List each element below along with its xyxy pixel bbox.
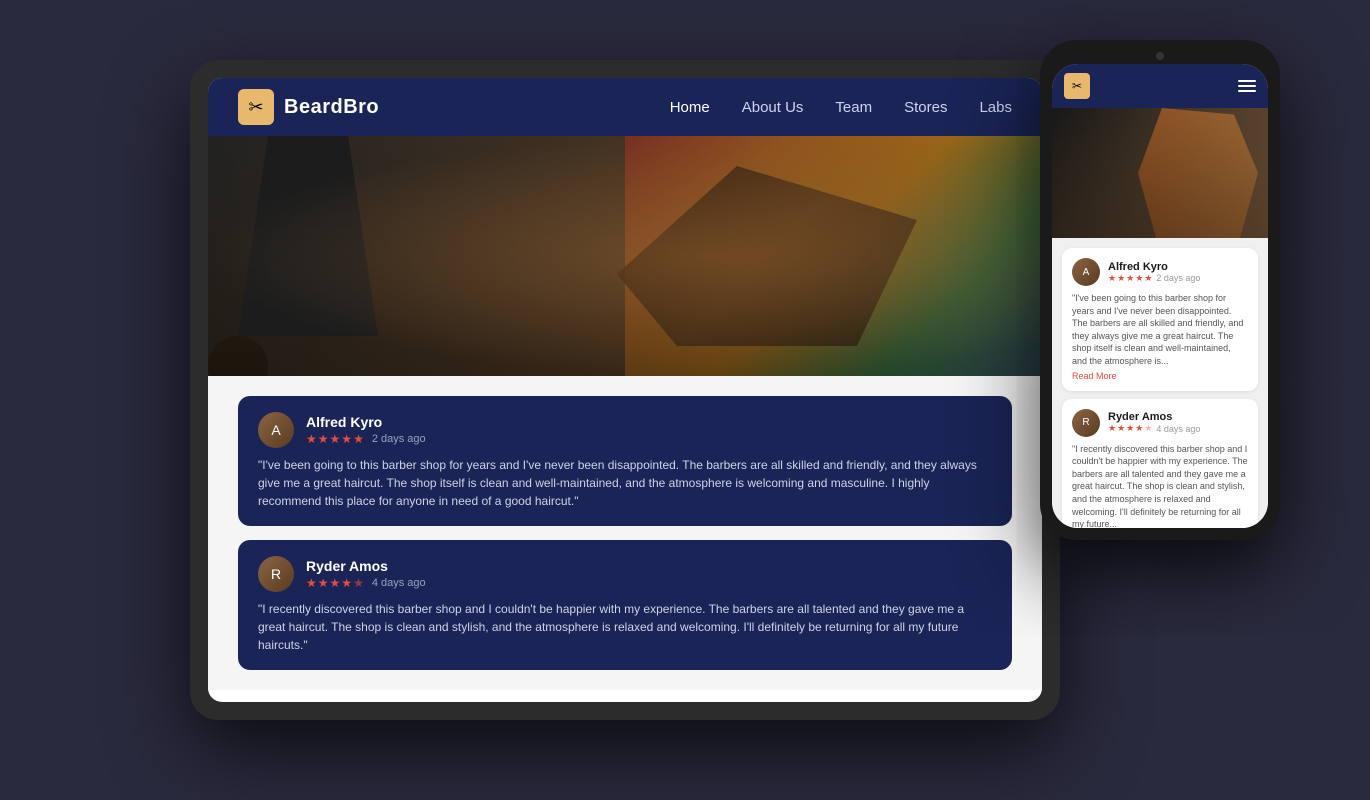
phone-stars-2: ★ ★ ★ ★ ★ [1108,423,1152,434]
phone-reviewer-meta-2: ★ ★ ★ ★ ★ 4 days ago [1108,423,1200,434]
p-star-r4: ★ [1135,423,1143,434]
p-star-3: ★ [1126,273,1134,284]
star-r5: ★ [353,576,364,590]
star-4: ★ [341,432,352,446]
tablet-navbar: ✂ BeardBro Home About Us Team Stores Lab… [208,78,1042,136]
reviewer-info-1: Alfred Kyro ★ ★ ★ ★ ★ 2 days ago [306,414,992,446]
phone-review-header-2: R Ryder Amos ★ ★ ★ ★ ★ [1072,409,1248,437]
phone-reviewer-info-1: Alfred Kyro ★ ★ ★ ★ ★ 2 days ago [1108,261,1200,284]
nav-link-home[interactable]: Home [670,99,710,116]
phone-screen: ✂ A Alfre [1052,64,1268,528]
tablet-screen: ✂ BeardBro Home About Us Team Stores Lab… [208,78,1042,702]
scene: ✂ BeardBro Home About Us Team Stores Lab… [0,0,1370,800]
star-r1: ★ [306,576,317,590]
hero-overlay [208,136,1042,376]
tablet-hero-image [208,136,1042,376]
phone-review-card-1: A Alfred Kyro ★ ★ ★ ★ ★ [1062,248,1258,391]
phone-date-2: 4 days ago [1156,424,1200,434]
tablet-reviews-section: A Alfred Kyro ★ ★ ★ ★ ★ [208,376,1042,690]
phone-avatar-ryder: R [1072,409,1100,437]
p-star-2: ★ [1117,273,1125,284]
tablet-nav-links: Home About Us Team Stores Labs [670,99,1012,116]
avatar-ryder: R [258,556,294,592]
reviewer-meta-1: ★ ★ ★ ★ ★ 2 days ago [306,432,992,446]
tablet-brand: ✂ BeardBro [238,89,379,125]
stars-1: ★ ★ ★ ★ ★ [306,432,364,446]
phone-review-text-2: "I recently discovered this barber shop … [1072,443,1248,528]
review-header-1: A Alfred Kyro ★ ★ ★ ★ ★ [258,412,992,448]
star-5: ★ [353,432,364,446]
brand-name: BeardBro [284,96,379,119]
p-star-5: ★ [1144,273,1152,284]
star-3: ★ [330,432,341,446]
star-r3: ★ [330,576,341,590]
phone-review-text-1: "I've been going to this barber shop for… [1072,292,1248,368]
scissors-icon: ✂ [248,97,263,118]
phone-avatar-alfred: A [1072,258,1100,286]
phone-date-1: 2 days ago [1156,273,1200,283]
p-star-r5: ★ [1144,423,1152,434]
p-star-r2: ★ [1117,423,1125,434]
nav-link-labs[interactable]: Labs [979,99,1012,116]
review-date-2: 4 days ago [372,577,426,589]
reviewer-meta-2: ★ ★ ★ ★ ★ 4 days ago [306,576,992,590]
p-star-1: ★ [1108,273,1116,284]
phone-scissors-icon: ✂ [1072,79,1082,93]
phone-reviewer-name-1: Alfred Kyro [1108,261,1200,273]
phone-stars-1: ★ ★ ★ ★ ★ [1108,273,1152,284]
phone-review-header-1: A Alfred Kyro ★ ★ ★ ★ ★ [1072,258,1248,286]
phone-reviews-section: A Alfred Kyro ★ ★ ★ ★ ★ [1052,238,1268,528]
phone-reviewer-info-2: Ryder Amos ★ ★ ★ ★ ★ 4 days ago [1108,411,1200,434]
read-more-link-1[interactable]: Read More [1072,371,1248,381]
phone-reviewer-name-2: Ryder Amos [1108,411,1200,423]
tablet-device: ✂ BeardBro Home About Us Team Stores Lab… [190,60,1060,720]
star-r2: ★ [318,576,329,590]
nav-link-about[interactable]: About Us [742,99,804,116]
review-text-2: "I recently discovered this barber shop … [258,600,992,654]
nav-link-stores[interactable]: Stores [904,99,947,116]
reviewer-info-2: Ryder Amos ★ ★ ★ ★ ★ 4 days ago [306,558,992,590]
star-r4: ★ [341,576,352,590]
star-1: ★ [306,432,317,446]
hamburger-menu[interactable] [1238,80,1256,92]
p-star-r1: ★ [1108,423,1116,434]
hamburger-line-1 [1238,80,1256,82]
phone-reviewer-meta-1: ★ ★ ★ ★ ★ 2 days ago [1108,273,1200,284]
tablet-review-card-1: A Alfred Kyro ★ ★ ★ ★ ★ [238,396,1012,526]
hamburger-line-3 [1238,90,1256,92]
review-header-2: R Ryder Amos ★ ★ ★ ★ ★ [258,556,992,592]
phone-navbar: ✂ [1052,64,1268,108]
phone-device: ✂ A Alfre [1040,40,1280,540]
reviewer-name-2: Ryder Amos [306,558,992,574]
brand-icon: ✂ [238,89,274,125]
tablet-review-card-2: R Ryder Amos ★ ★ ★ ★ ★ [238,540,1012,670]
phone-hero-overlay [1052,108,1268,238]
phone-review-card-2: R Ryder Amos ★ ★ ★ ★ ★ [1062,399,1258,528]
hamburger-line-2 [1238,85,1256,87]
avatar-alfred: A [258,412,294,448]
stars-2: ★ ★ ★ ★ ★ [306,576,364,590]
phone-camera [1156,52,1164,60]
p-star-r3: ★ [1126,423,1134,434]
star-2: ★ [318,432,329,446]
nav-link-team[interactable]: Team [835,99,872,116]
p-star-4: ★ [1135,273,1143,284]
phone-hero-image [1052,108,1268,238]
review-date-1: 2 days ago [372,433,426,445]
phone-brand-icon: ✂ [1064,73,1090,99]
review-text-1: "I've been going to this barber shop for… [258,456,992,510]
reviewer-name-1: Alfred Kyro [306,414,992,430]
